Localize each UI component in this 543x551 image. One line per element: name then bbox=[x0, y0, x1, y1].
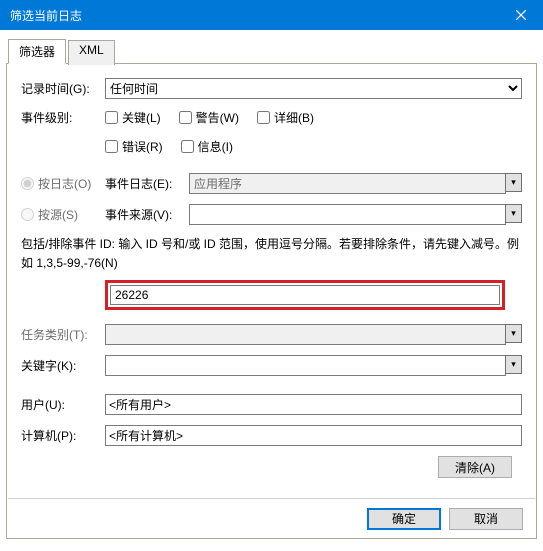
close-button[interactable] bbox=[498, 0, 543, 30]
radio-by-source-input bbox=[21, 208, 34, 221]
keywords-dropdown[interactable]: ▾ bbox=[505, 355, 522, 374]
event-source-combo[interactable]: ▾ bbox=[189, 204, 522, 225]
chk-critical-box[interactable] bbox=[105, 111, 118, 124]
event-log-combo: 应用程序 ▾ bbox=[189, 173, 522, 194]
user-input-wrap[interactable] bbox=[105, 394, 522, 415]
task-category-combo: ▾ bbox=[105, 324, 522, 345]
user-input[interactable] bbox=[109, 398, 518, 412]
chk-warning-box[interactable] bbox=[179, 111, 192, 124]
cancel-button[interactable]: 取消 bbox=[449, 508, 523, 530]
dialog-buttons: 确定 取消 bbox=[8, 498, 535, 538]
logged-time-select[interactable]: 任何时间 bbox=[105, 78, 522, 99]
radio-by-log-input bbox=[21, 177, 34, 190]
keywords-label: 关键字(K): bbox=[21, 357, 105, 374]
tab-xml[interactable]: XML bbox=[68, 40, 115, 65]
clear-button[interactable]: 清除(A) bbox=[438, 456, 512, 478]
task-category-label: 任务类别(T): bbox=[21, 326, 105, 343]
keywords-combo[interactable]: ▾ bbox=[105, 355, 522, 376]
radio-by-source: 按源(S) bbox=[21, 206, 105, 223]
radio-by-log: 按日志(O) bbox=[21, 175, 105, 192]
logged-label: 记录时间(G): bbox=[21, 80, 105, 97]
window-title: 筛选当前日志 bbox=[10, 7, 82, 24]
chk-information-box[interactable] bbox=[181, 140, 194, 153]
chk-verbose[interactable]: 详细(B) bbox=[257, 109, 314, 126]
tab-strip: 筛选器 XML bbox=[6, 38, 537, 64]
titlebar: 筛选当前日志 bbox=[0, 0, 543, 30]
event-log-label: 事件日志(E): bbox=[105, 175, 189, 192]
filter-panel: 记录时间(G): 任何时间 事件级别: 关键(L) 警告(W) 详细(B) 错误… bbox=[6, 64, 537, 539]
chk-verbose-box[interactable] bbox=[257, 111, 270, 124]
close-icon bbox=[516, 10, 526, 20]
event-source-label: 事件来源(V): bbox=[105, 206, 189, 223]
event-source-dropdown[interactable]: ▾ bbox=[505, 204, 522, 223]
chk-information[interactable]: 信息(I) bbox=[181, 138, 233, 155]
chk-error[interactable]: 错误(R) bbox=[105, 138, 163, 155]
user-label: 用户(U): bbox=[21, 396, 105, 413]
ok-button[interactable]: 确定 bbox=[367, 508, 441, 530]
event-id-help: 包括/排除事件 ID: 输入 ID 号和/或 ID 范围，使用逗号分隔。若要排除… bbox=[21, 235, 522, 272]
event-level-checks: 关键(L) 警告(W) 详细(B) 错误(R) 信息(I) bbox=[105, 109, 522, 155]
tab-filter[interactable]: 筛选器 bbox=[8, 39, 66, 64]
chk-critical[interactable]: 关键(L) bbox=[105, 109, 161, 126]
computer-input-wrap[interactable] bbox=[105, 425, 522, 446]
chk-warning[interactable]: 警告(W) bbox=[179, 109, 239, 126]
computer-label: 计算机(P): bbox=[21, 427, 105, 444]
event-id-highlight bbox=[105, 280, 505, 310]
computer-input[interactable] bbox=[109, 429, 518, 443]
task-category-dropdown: ▾ bbox=[505, 324, 522, 343]
event-level-label: 事件级别: bbox=[21, 109, 105, 126]
chk-error-box[interactable] bbox=[105, 140, 118, 153]
event-log-dropdown: ▾ bbox=[505, 173, 522, 192]
event-id-input[interactable] bbox=[110, 285, 500, 305]
